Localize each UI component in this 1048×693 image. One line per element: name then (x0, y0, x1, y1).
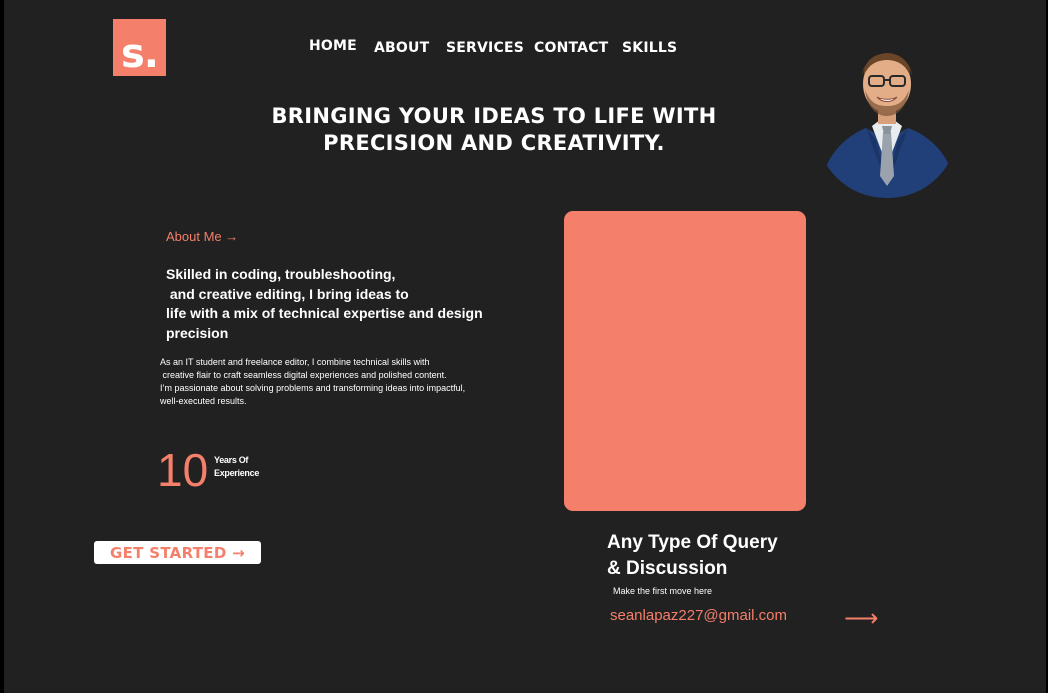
about-description-line: well-executed results. (160, 396, 247, 406)
contact-title-line2: & Discussion (607, 558, 728, 579)
hero-headline-line1: Bringing your ideas to life with (271, 104, 717, 128)
get-started-button[interactable]: Get Started → (94, 541, 261, 564)
nav-skills[interactable]: Skills (622, 40, 677, 56)
feature-card (564, 211, 806, 511)
about-heading-line: and creative editing, I bring ideas to (166, 285, 409, 302)
profile-photo (816, 36, 958, 198)
years-experience-label: Years Of Experience (214, 454, 259, 480)
about-description-line: creative flair to craft seamless digital… (160, 370, 447, 380)
about-heading: Skilled in coding, troubleshooting, and … (166, 265, 496, 344)
about-description-line: I’m passionate about solving problems an… (160, 383, 466, 393)
nav-services[interactable]: Services (446, 40, 524, 56)
years-experience-label-line1: Years Of (214, 455, 249, 465)
about-me-link[interactable]: About Me → (166, 229, 238, 244)
nav-contact[interactable]: Contact (534, 40, 608, 56)
hero-headline: Bringing your ideas to life with precisi… (244, 103, 744, 157)
logo-text: s. (120, 31, 159, 77)
about-heading-line: Skilled in coding, troubleshooting, (166, 266, 396, 282)
years-experience-number: 10 (157, 444, 209, 496)
hero-headline-line2: precision and creativity. (323, 131, 665, 155)
about-description-line: As an IT student and freelance editor, I… (160, 357, 430, 367)
nav-about[interactable]: About (374, 40, 429, 56)
contact-title-line1: Any Type Of Query (607, 532, 778, 553)
page: s. Home About Services Contact Skills Br… (4, 0, 1046, 693)
nav-home[interactable]: Home (309, 38, 357, 54)
about-description: As an IT student and freelance editor, I… (160, 356, 520, 408)
logo[interactable]: s. (113, 19, 166, 76)
about-heading-line: precision (166, 325, 229, 342)
arrow-right-icon[interactable]: ⟶ (844, 604, 878, 632)
contact-email-link[interactable]: seanlapaz227@gmail.com (610, 607, 787, 624)
about-heading-line: life with a mix of technical expertise a… (166, 305, 483, 322)
years-experience-label-line2: Experience (214, 468, 260, 478)
contact-title: Any Type Of Query & Discussion (607, 530, 778, 582)
contact-subtitle: Make the first move here (613, 586, 713, 596)
profile-photo-illustration (816, 36, 958, 198)
